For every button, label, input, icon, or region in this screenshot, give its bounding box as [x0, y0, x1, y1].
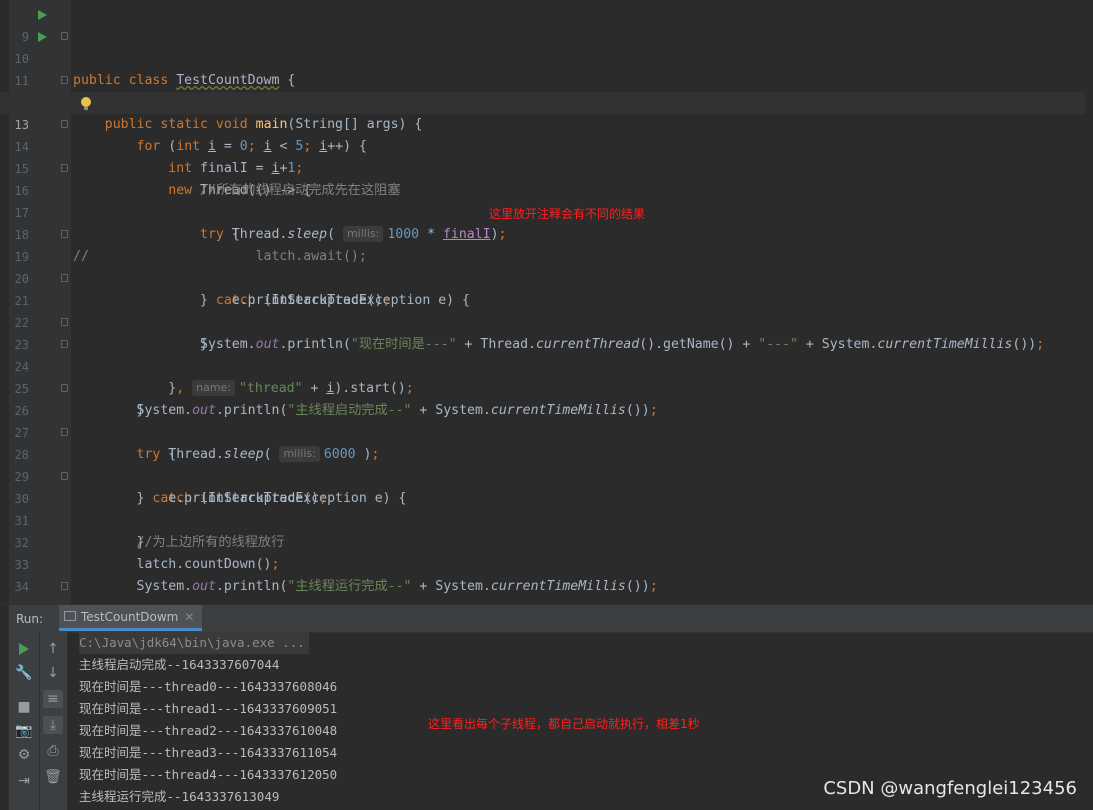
run-tab[interactable]: TestCountDowm ✕ [59, 605, 203, 631]
code-line-current[interactable]: 13 int finalI = i+1; [0, 92, 1093, 176]
fold-icon[interactable] [61, 230, 68, 238]
code-line[interactable]: 10 public static void main(String[] args… [0, 26, 1093, 132]
scroll-to-end-icon[interactable]: ⤓ [43, 716, 63, 734]
run-gutter-icon[interactable] [38, 32, 47, 42]
code-line[interactable]: 32 latch.countDown(); [0, 510, 1093, 572]
close-icon[interactable]: ✕ [184, 610, 194, 624]
code-line[interactable]: 22 System.out.println("现在时间是---" + Threa… [0, 290, 1093, 352]
rerun-icon[interactable] [14, 640, 34, 658]
run-label: Run: [16, 612, 44, 626]
console-command: C:\Java\jdk64\bin\java.exe ... [79, 632, 309, 654]
arrow-up-icon[interactable]: ↑ [43, 640, 63, 658]
fold-icon[interactable] [61, 164, 68, 172]
code-line[interactable]: 26 try { [0, 378, 1093, 462]
code-line[interactable]: 16 try { [0, 158, 1093, 242]
fold-icon[interactable] [61, 120, 68, 128]
console-line: 现在时间是---thread3---1643337611054 [79, 745, 338, 760]
lightbulb-icon[interactable] [81, 97, 91, 110]
code-line[interactable]: 15 //所有的线程启动完成先在这阻塞 [0, 136, 1093, 198]
fold-icon[interactable] [61, 274, 68, 282]
soft-wrap-icon[interactable]: ≡ [43, 690, 63, 708]
annotation-code: 这里放开注释会有不同的结果 [489, 207, 646, 221]
print-icon[interactable]: ⎙ [43, 742, 63, 760]
wrench-icon[interactable]: 🔧 [14, 664, 34, 682]
code-line[interactable]: 24 } [0, 334, 1093, 418]
code-line[interactable]: 17 Thread.sleep( millis: 1000 * finalI); [0, 180, 1093, 242]
run-gutter-icon[interactable] [38, 10, 47, 20]
run-toolbar-secondary: ↑ ↓ ≡ ⤓ ⎙ 🗑 [39, 632, 67, 810]
console-line: 现在时间是---thread0---1643337608046 [79, 679, 338, 694]
code-line[interactable]: 9 public class TestCountDowm { [0, 4, 1093, 88]
watermark: CSDN @wangfenglei123456 [823, 778, 1077, 799]
code-editor[interactable]: 9 public class TestCountDowm { 10 public… [0, 0, 1093, 604]
fold-icon[interactable] [61, 428, 68, 436]
exit-icon[interactable]: ⇥ [14, 772, 34, 790]
run-toolbar-primary: 🔧 ■ 📷 ⚙ ⇥ [9, 632, 39, 810]
annotation-console: 这里看出每个子线程，都自己启动就执行，相差1秒 [428, 717, 700, 731]
fold-icon[interactable] [61, 76, 68, 84]
trash-icon[interactable]: 🗑 [43, 768, 63, 786]
code-line[interactable]: 31 //为上边所有的线程放行 [0, 488, 1093, 550]
code-line[interactable]: 23 }, name: "thread" + i).start(); [0, 312, 1093, 396]
fold-icon[interactable] [61, 318, 68, 326]
editor-scrollbar[interactable] [1085, 0, 1093, 600]
code-line[interactable]: 21 } [0, 268, 1093, 352]
fold-icon[interactable] [61, 384, 68, 392]
fold-icon[interactable] [61, 472, 68, 480]
code-line[interactable]: 35 } [0, 576, 1093, 604]
code-line[interactable]: 11 CountDownLatch latch = new CountDownL… [0, 48, 1093, 110]
fold-icon[interactable] [61, 32, 68, 40]
fold-icon[interactable] [61, 582, 68, 590]
code-line[interactable]: 28 } catch (InterruptedException e) { [0, 422, 1093, 506]
code-line[interactable]: 27 Thread.sleep( millis: 6000 ); [0, 400, 1093, 462]
code-line[interactable]: 20 e.printStackTrace(); [0, 246, 1093, 308]
console-icon [64, 611, 76, 621]
code-line[interactable]: 12 for (int i = 0; i < 5; i++) { [0, 70, 1093, 154]
code-line[interactable]: 30 } [0, 466, 1093, 550]
code-line[interactable]: 14 new Thread(() -> { [0, 114, 1093, 198]
run-header: Run: TestCountDowm ✕ [9, 605, 1093, 633]
camera-icon[interactable]: 📷 [14, 722, 34, 740]
code-line[interactable]: 34 [0, 554, 1093, 594]
arrow-down-icon[interactable]: ↓ [43, 664, 63, 682]
fold-icon[interactable] [61, 340, 68, 348]
stop-icon[interactable]: ■ [14, 698, 34, 716]
run-tab-label: TestCountDowm [81, 610, 179, 624]
code-line[interactable]: 33 System.out.println("主线程运行完成--" + Syst… [0, 532, 1093, 594]
settings-icon[interactable]: ⚙ [14, 746, 34, 764]
console-line: 主线程启动完成--1643337607044 [79, 657, 280, 672]
code-line[interactable]: 19 } catch (InterruptedException e) { [0, 224, 1093, 308]
code-line[interactable]: 29 e.printStackTrace(); [0, 444, 1093, 506]
code-line[interactable]: 25 System.out.println("主线程启动完成--" + Syst… [0, 356, 1093, 418]
